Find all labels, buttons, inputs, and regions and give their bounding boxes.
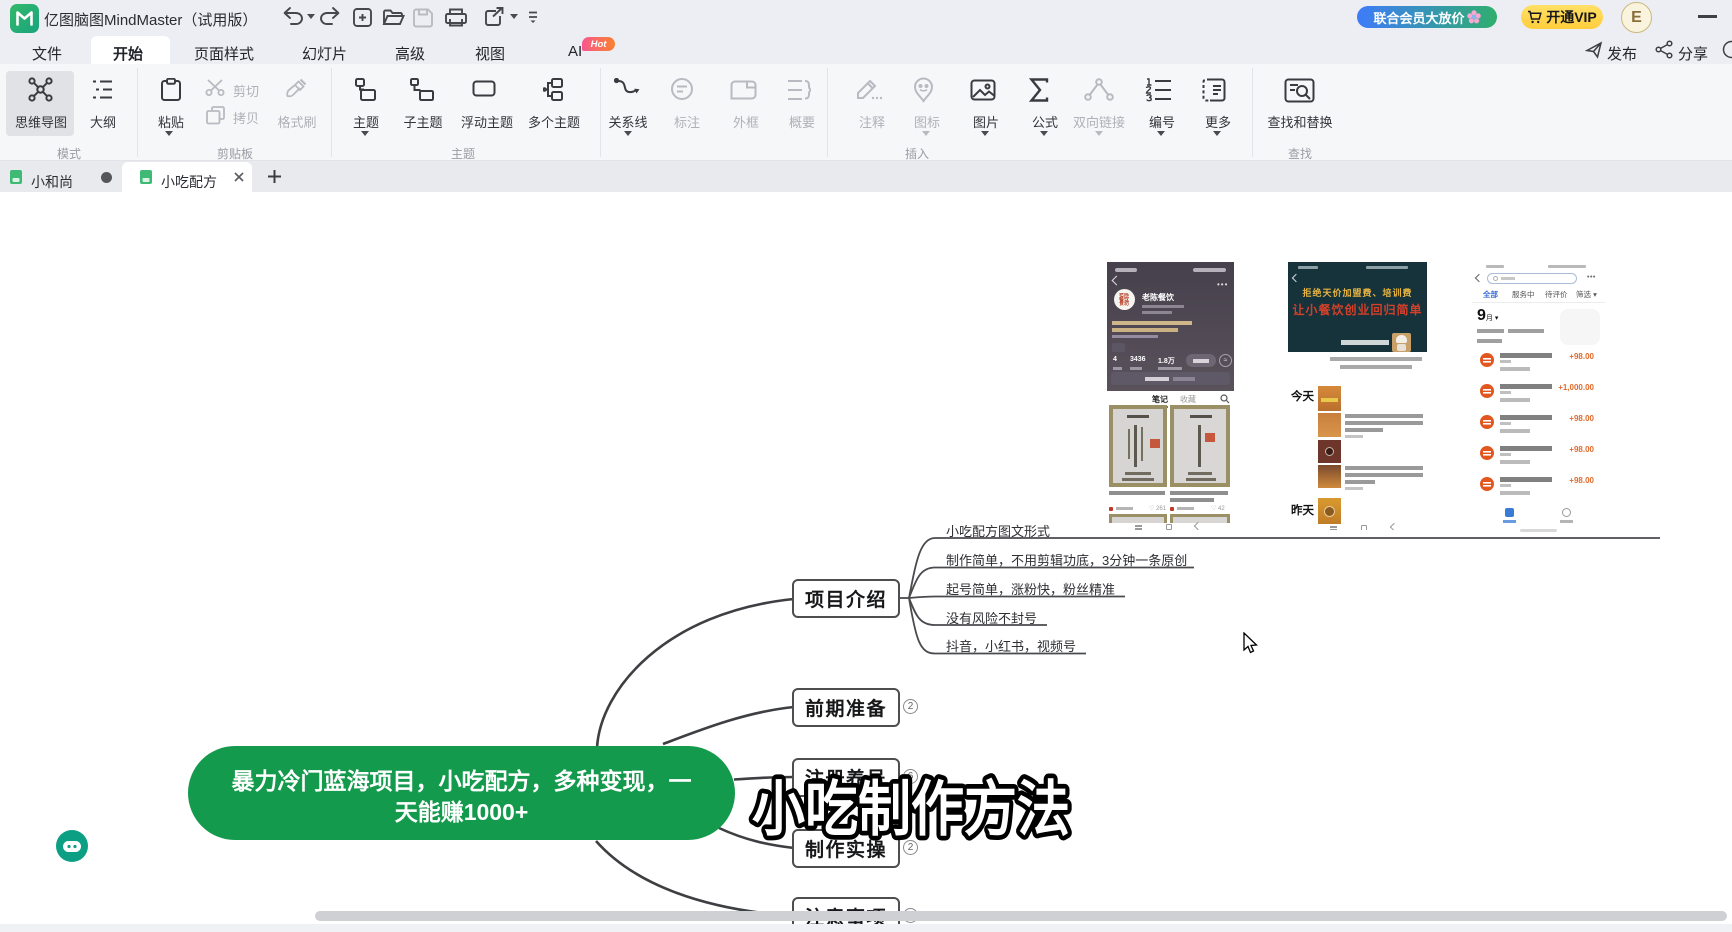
svg-text:小吃制作方法: 小吃制作方法 xyxy=(752,776,1070,843)
